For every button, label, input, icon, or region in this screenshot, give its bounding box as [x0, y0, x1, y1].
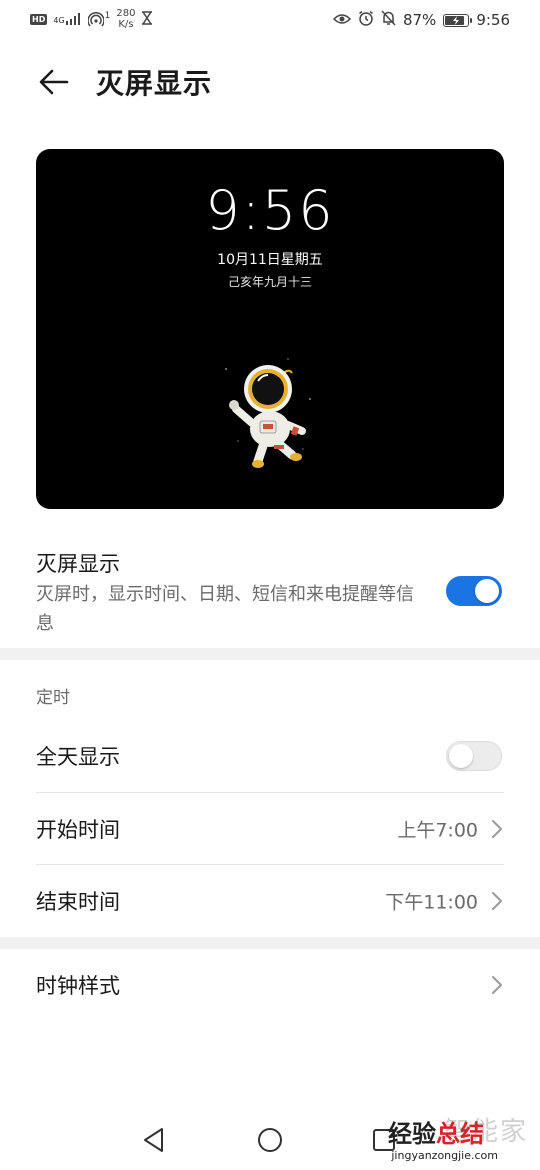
network-type: 4G — [53, 16, 65, 25]
section-separator — [0, 937, 540, 949]
network-speed: 280 K/s — [116, 8, 135, 30]
hotspot-count: 1 — [104, 11, 111, 21]
hotspot-icon: 1 — [87, 11, 111, 27]
start-time-label: 开始时间 — [36, 818, 120, 842]
chevron-right-icon — [492, 892, 502, 910]
back-arrow-icon — [39, 69, 69, 95]
astronaut-illustration — [225, 358, 311, 468]
signal-icon: 4G — [53, 13, 81, 25]
triangle-back-icon — [144, 1128, 163, 1152]
preview-date: 10月11日星期五 — [217, 252, 323, 268]
all-day-toggle[interactable] — [446, 741, 502, 771]
clock-style-label: 时钟样式 — [36, 974, 120, 998]
watermark: 智能家 经验总结 jingyanzongjie.com — [388, 1111, 528, 1162]
watermark-brand-black: 经验 — [388, 1120, 436, 1148]
start-time-value: 上午7:00 — [397, 819, 478, 842]
status-time: 9:56 — [476, 11, 510, 29]
aod-title: 灭屏显示 — [36, 552, 120, 576]
aod-description: 灭屏时，显示时间、日期、短信和来电提醒等信息 — [36, 584, 414, 634]
status-bar-right: 87% 9:56 — [332, 10, 510, 30]
mute-icon — [381, 10, 396, 30]
status-bar-left: HD 4G 1 280 K/s — [30, 8, 153, 30]
all-day-row: 全天显示 — [0, 720, 540, 792]
speed-value: 280 — [116, 8, 136, 19]
watermark-brand-red: 总结 — [436, 1120, 484, 1148]
preview-time: 9:56 — [205, 179, 335, 242]
circle-home-icon — [258, 1128, 282, 1152]
preview-lunar-date: 己亥年九月十三 — [227, 275, 312, 289]
chevron-right-icon — [492, 820, 502, 838]
end-time-label: 结束时间 — [36, 890, 120, 914]
toggle-knob — [449, 744, 473, 768]
aod-setting-row: 灭屏显示 灭屏时，显示时间、日期、短信和来电提醒等信息 — [0, 540, 540, 640]
nav-back-button[interactable] — [138, 1124, 170, 1156]
nav-home-button[interactable] — [254, 1124, 286, 1156]
aod-toggle[interactable] — [446, 576, 502, 606]
page-title: 灭屏显示 — [96, 67, 213, 100]
clock-style-row[interactable]: 时钟样式 — [0, 949, 540, 1021]
eye-icon — [332, 11, 352, 29]
watermark-url: jingyanzongjie.com — [391, 1149, 498, 1162]
status-bar: HD 4G 1 280 K/s 87% 9:56 — [0, 0, 540, 40]
alarm-icon — [358, 10, 374, 30]
end-time-value: 下午11:00 — [385, 891, 478, 914]
section-label-schedule: 定时 — [36, 688, 70, 708]
page-header: 灭屏显示 — [0, 52, 540, 112]
end-time-row[interactable]: 结束时间 下午11:00 — [0, 865, 540, 937]
battery-icon — [443, 13, 473, 27]
all-day-label: 全天显示 — [36, 745, 120, 769]
battery-percent: 87% — [402, 11, 437, 29]
hd-badge: HD — [30, 13, 48, 25]
toggle-knob — [475, 579, 499, 603]
watermark-brand: 经验总结 — [388, 1114, 484, 1149]
chevron-right-icon — [492, 976, 502, 994]
speed-unit: K/s — [118, 19, 134, 30]
back-button[interactable] — [34, 62, 74, 102]
aod-preview: 9:56 10月11日星期五 己亥年九月十三 — [36, 149, 504, 509]
hourglass-icon — [141, 10, 153, 28]
section-separator — [0, 648, 540, 660]
start-time-row[interactable]: 开始时间 上午7:00 — [0, 793, 540, 865]
